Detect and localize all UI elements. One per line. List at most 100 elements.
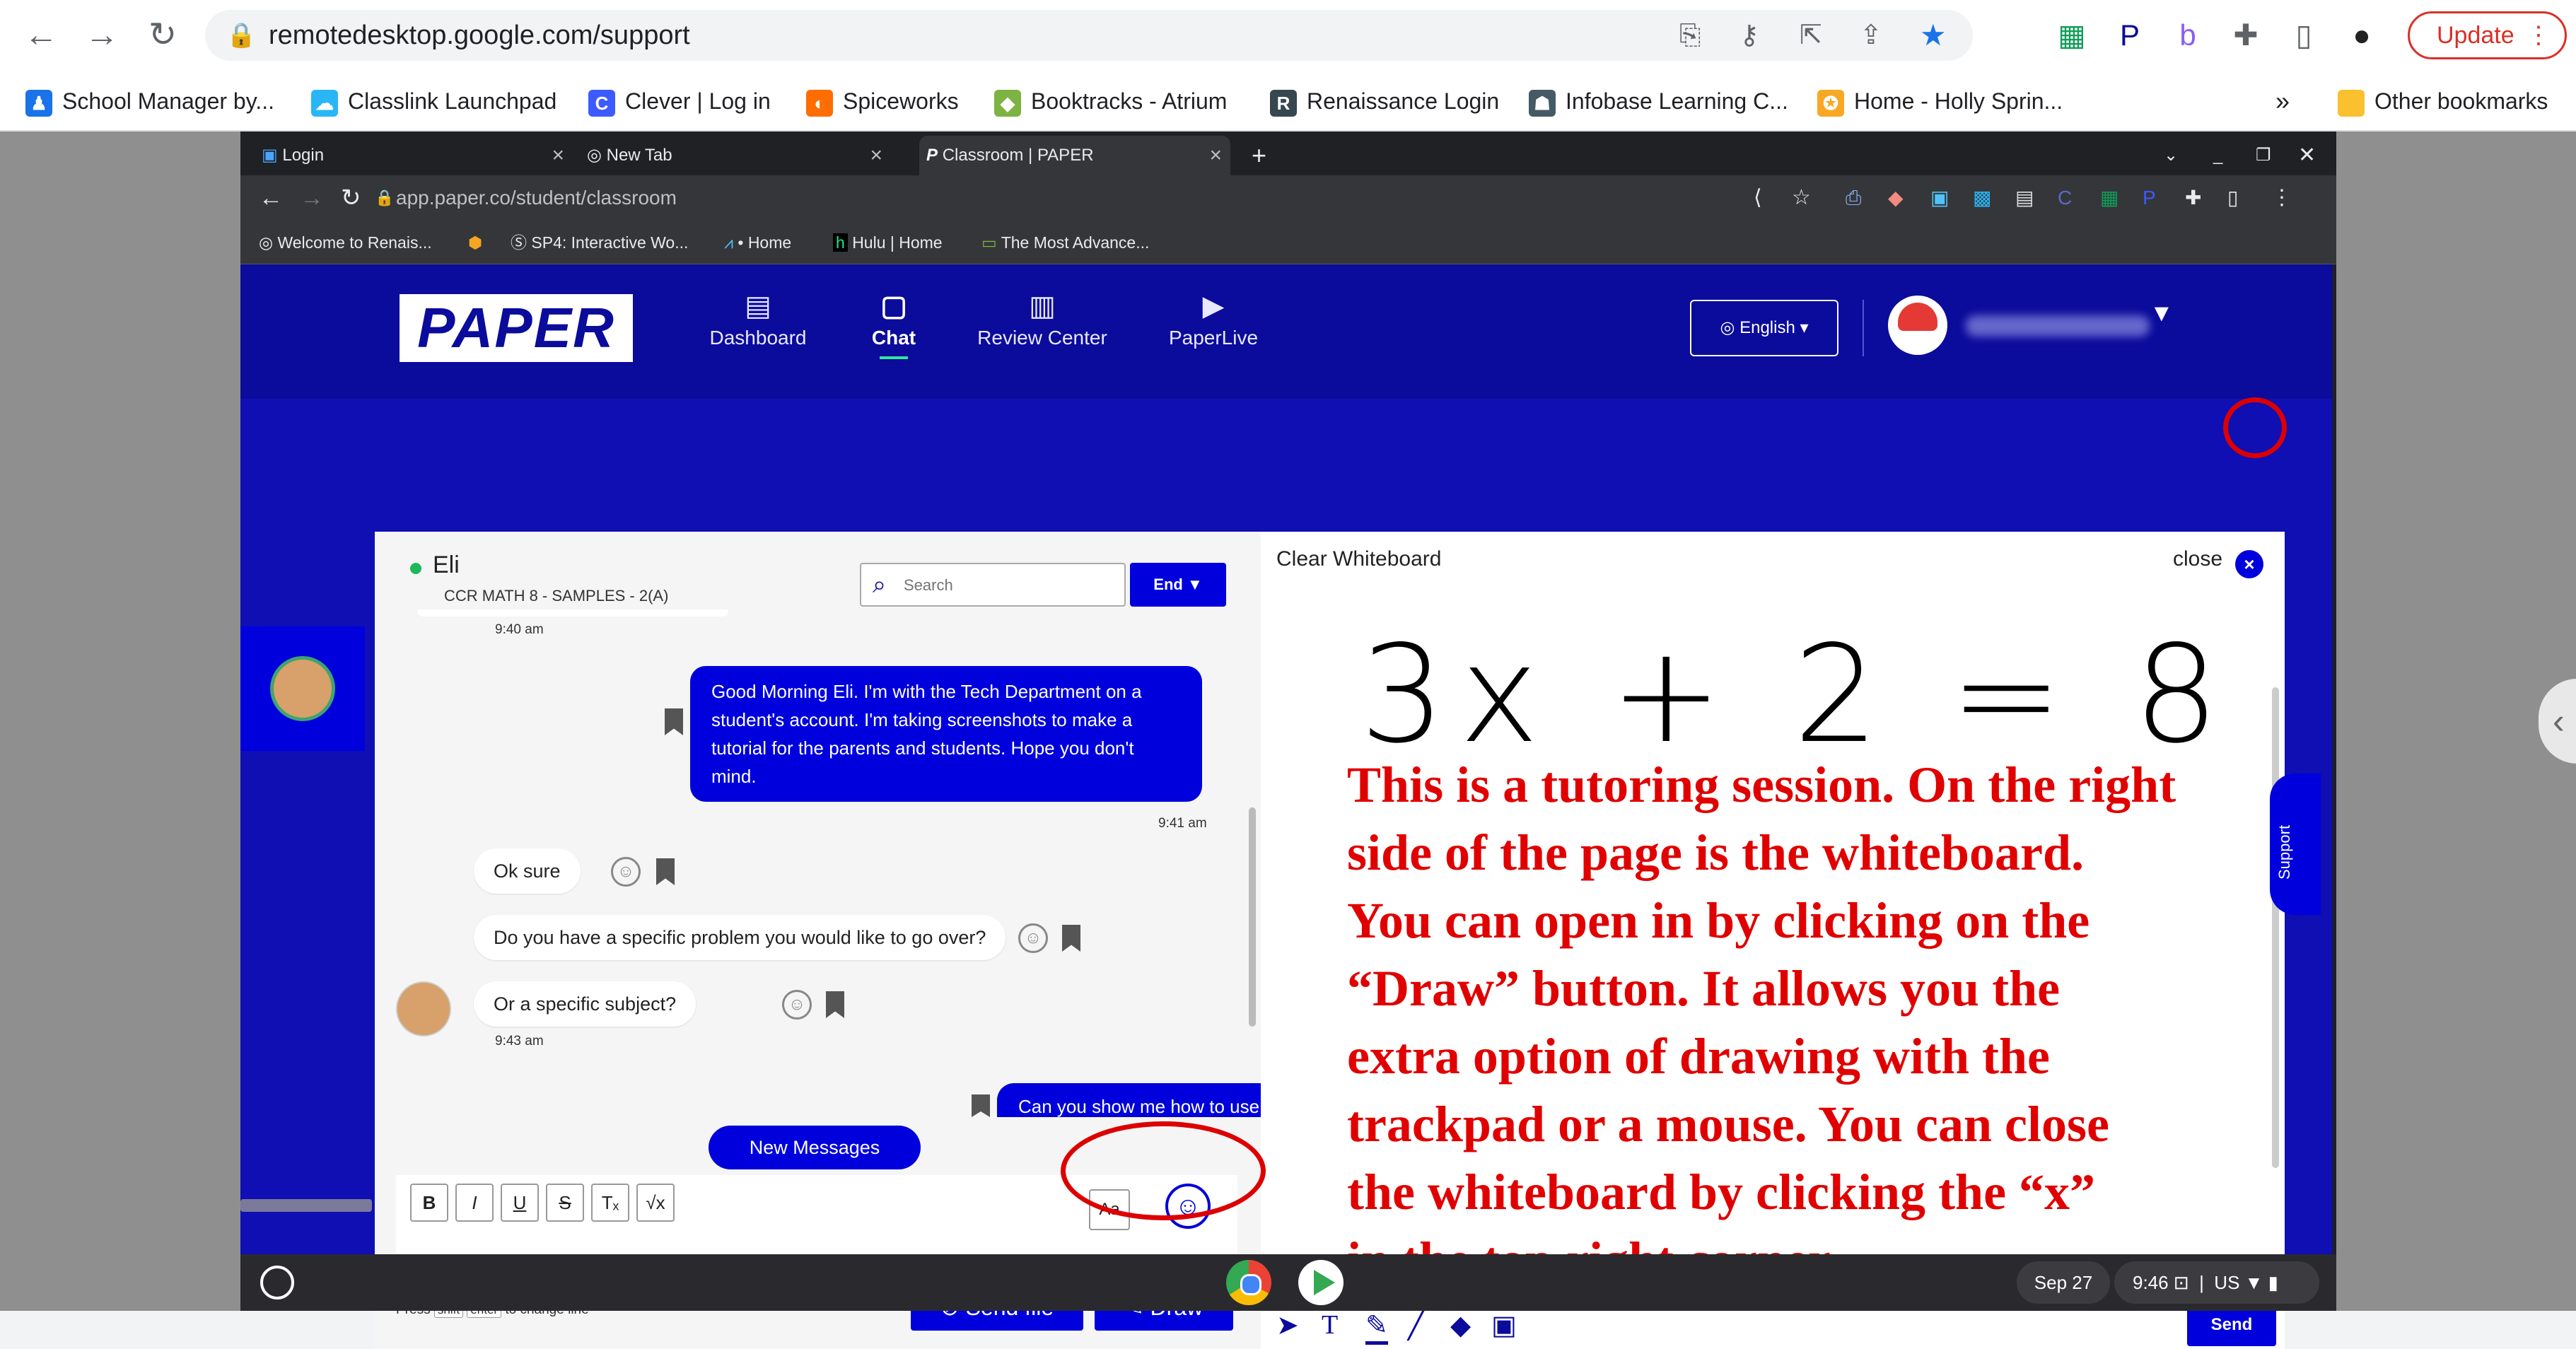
forward-icon[interactable]: → [300, 175, 324, 221]
chrome-app-icon[interactable] [1226, 1260, 1271, 1305]
bookmark-renaissance[interactable]: R Renaissance Login [1270, 71, 1499, 132]
close-tab-icon[interactable]: × [870, 136, 882, 175]
nav-review-center[interactable]: ▥ Review Center [972, 290, 1113, 349]
react-emoji-icon[interactable]: ☺ [611, 857, 641, 887]
update-button[interactable]: Update ⋮ [2408, 11, 2567, 59]
bold-button[interactable]: B [410, 1184, 448, 1222]
forward-icon[interactable]: → [74, 0, 130, 71]
minimize-icon[interactable]: _ [2213, 136, 2242, 175]
strikethrough-button[interactable]: S [546, 1184, 584, 1222]
close-tab-icon[interactable]: × [552, 136, 564, 175]
bookmark-welcome-renaissance[interactable]: ◎ Welcome to Renais... [259, 221, 432, 264]
new-tab-plus-icon[interactable]: + [1252, 136, 1280, 175]
close-tab-icon[interactable]: × [1209, 136, 1222, 175]
select-pointer-icon[interactable]: ➤ [1276, 1309, 1299, 1341]
back-icon[interactable]: ← [13, 0, 69, 71]
italic-button[interactable]: I [455, 1184, 494, 1222]
bookmark-home[interactable]: ⩘ • Home [724, 221, 791, 264]
side-panel-icon[interactable]: ▯ [2283, 0, 2325, 71]
eraser-tool-icon[interactable]: ◆ [1450, 1309, 1471, 1341]
whiteboard-panel[interactable]: Clear Whiteboard close × 3x + 2 = 8 This… [1261, 532, 2285, 1349]
bookmark-holly-springs[interactable]: ✪ Home - Holly Sprin... [1817, 71, 2063, 132]
bookmark-school-manager[interactable]: ♟ School Manager by... [25, 71, 274, 132]
bookmark-classlink[interactable]: ☁ Classlink Launchpad [311, 71, 556, 132]
bookmark-star-icon[interactable]: ★ [1920, 10, 1947, 61]
bookmark-infobase[interactable]: ☗ Infobase Learning C... [1529, 71, 1788, 132]
bookmark-star-icon[interactable]: ☆ [1792, 175, 1811, 221]
tab-search-chevron-icon[interactable]: ⌄ [2164, 136, 2192, 175]
b-extension-icon[interactable]: b [2167, 0, 2209, 71]
bookmark-spiceworks[interactable]: ◐ Spiceworks [806, 71, 959, 132]
nav-dashboard[interactable]: ▤ Dashboard [687, 290, 829, 349]
bookmark-booktracks[interactable]: ◆ Booktracks - Atrium [994, 71, 1227, 132]
text-tool-icon[interactable]: T [1322, 1309, 1338, 1341]
outer-address-bar[interactable]: 🔒 remotedesktop.google.com/support ⎘ ⚷ ⇱… [205, 10, 1973, 61]
reload-icon[interactable]: ↻ [341, 175, 361, 221]
more-bookmarks-chevron-icon[interactable]: » [2275, 71, 2290, 132]
side-panel-icon[interactable]: ▯ [2227, 175, 2238, 221]
doc-extension-icon[interactable]: ▤ [2015, 175, 2034, 221]
image-tool-icon[interactable]: ▣ [1491, 1309, 1517, 1341]
search-input[interactable] [904, 571, 1116, 600]
chat-search[interactable]: ⌕ [860, 563, 1126, 607]
nav-paperlive[interactable]: ▶ PaperLive [1143, 290, 1284, 349]
remote-desktop-screen[interactable]: ▣ Login × ◎ New Tab × P Classroom | PAPER ×… [240, 132, 2336, 1349]
extensions-puzzle-icon[interactable]: ✚ [2225, 0, 2267, 71]
share-icon[interactable]: ⇪ [1860, 10, 1882, 61]
user-menu-caret-icon[interactable]: ▼ [2150, 300, 2174, 327]
status-tray[interactable]: 9:46 ⊡ | US ▼ ▮ [2114, 1261, 2319, 1304]
profile-avatar-icon[interactable]: ● [2341, 0, 2383, 71]
language-select[interactable]: ◎ English ▾ [1690, 300, 1838, 356]
screencast-extension-icon[interactable]: ▣ [1930, 175, 1949, 221]
clear-format-button[interactable]: Tₓ [591, 1184, 629, 1222]
clear-whiteboard-button[interactable]: Clear Whiteboard [1276, 547, 1441, 571]
whiteboard-scrollbar[interactable] [2272, 687, 2279, 1168]
sheets-extension-icon[interactable]: ▦ [2051, 0, 2093, 71]
bookmark-message-icon[interactable] [656, 858, 675, 885]
clipboard-icon[interactable]: ⎘ [1679, 10, 1701, 61]
react-emoji-icon[interactable]: ☺ [782, 990, 812, 1020]
user-avatar[interactable] [1888, 296, 1947, 355]
other-bookmarks-folder[interactable]: Other bookmarks [2338, 71, 2548, 132]
window-close-icon[interactable]: ✕ [2298, 136, 2326, 175]
paper-logo[interactable]: PAPER [400, 294, 633, 362]
tab-new-tab[interactable]: ◎ New Tab × [587, 136, 891, 175]
play-store-icon[interactable] [1298, 1260, 1344, 1305]
formula-button[interactable]: √x [636, 1184, 675, 1222]
bookmark-clever[interactable]: C Clever | Log in [588, 71, 771, 132]
pen-tool-icon[interactable]: ✎ [1365, 1309, 1388, 1345]
bookmark-message-icon[interactable] [665, 708, 683, 735]
launcher-icon[interactable] [260, 1266, 294, 1300]
open-external-icon[interactable]: ⇱ [1800, 10, 1822, 61]
underline-button[interactable]: U [501, 1184, 539, 1222]
paper-extension-icon[interactable]: P [2143, 175, 2156, 221]
bookmark-hulu[interactable]: h Hulu | Home [833, 221, 943, 264]
clever-extension-icon[interactable]: C [2058, 175, 2072, 221]
key-icon[interactable]: ⚷ [1739, 10, 1759, 61]
ruby-extension-icon[interactable]: ◆ [1888, 175, 1904, 221]
bookmark-message-icon[interactable] [826, 991, 844, 1018]
date-indicator[interactable]: Sep 27 [2017, 1261, 2110, 1304]
share-icon[interactable]: ⟨ [1754, 175, 1762, 221]
contact-avatar[interactable] [270, 656, 335, 721]
reload-icon[interactable]: ↻ [134, 0, 191, 71]
back-icon[interactable]: ← [259, 175, 283, 221]
sheets-extension-icon[interactable]: ▦ [2100, 175, 2119, 221]
extensions-puzzle-icon[interactable]: ✚ [2185, 175, 2201, 221]
kebab-menu-icon[interactable]: ⋮ [2271, 175, 2292, 221]
new-messages-button[interactable]: New Messages [709, 1126, 921, 1169]
support-tab[interactable]: Support [2270, 773, 2321, 915]
bookmark-message-icon[interactable] [1062, 925, 1080, 952]
end-session-button[interactable]: End ▼ [1130, 563, 1226, 607]
tab-classroom-paper[interactable]: P Classroom | PAPER × [919, 136, 1230, 175]
bookmark-sp4-interactive[interactable]: Ⓢ SP4: Interactive Wo... [511, 221, 688, 264]
react-emoji-icon[interactable]: ☺ [1018, 923, 1048, 953]
print-extension-icon[interactable]: ⎙ [1846, 175, 1861, 221]
paper-extension-icon[interactable]: P [2109, 0, 2151, 71]
bookmark-most-advanced[interactable]: ▭ The Most Advance... [981, 221, 1149, 264]
close-whiteboard-icon[interactable]: × [2235, 550, 2263, 578]
horizontal-scrollbar[interactable] [240, 1199, 372, 1212]
chat-scrollbar[interactable] [1249, 807, 1256, 1027]
tab-login[interactable]: ▣ Login × [262, 136, 573, 175]
bookmark-message-icon[interactable] [972, 1094, 990, 1117]
